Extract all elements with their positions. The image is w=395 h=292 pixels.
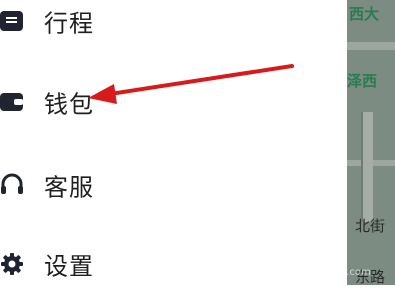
gear-icon xyxy=(1,253,23,275)
menu-item-label: 钱包 xyxy=(44,90,94,119)
map-road xyxy=(347,42,395,50)
side-drawer: 行程 钱包 客服 设置 xyxy=(0,0,347,285)
menu-item-support[interactable]: 客服 xyxy=(0,157,347,213)
menu-item-label: 设置 xyxy=(44,252,94,281)
menu-item-label: 行程 xyxy=(44,9,94,38)
map-road xyxy=(361,112,373,222)
wallet-icon xyxy=(0,93,23,111)
map-label: 西大 xyxy=(349,5,380,23)
map-background[interactable]: 西大 泽西 北街 东路 xyxy=(347,0,395,285)
menu-item-trips[interactable]: 行程 xyxy=(0,0,347,49)
headset-icon xyxy=(1,173,23,194)
map-label: 北街 xyxy=(355,217,386,235)
map-label: 泽西 xyxy=(347,72,378,90)
menu-item-settings[interactable]: 设置 xyxy=(0,236,347,292)
menu-item-wallet[interactable]: 钱包 xyxy=(0,74,347,130)
map-label: 东路 xyxy=(355,268,386,285)
list-icon xyxy=(0,11,23,31)
menu-item-label: 客服 xyxy=(44,173,94,202)
